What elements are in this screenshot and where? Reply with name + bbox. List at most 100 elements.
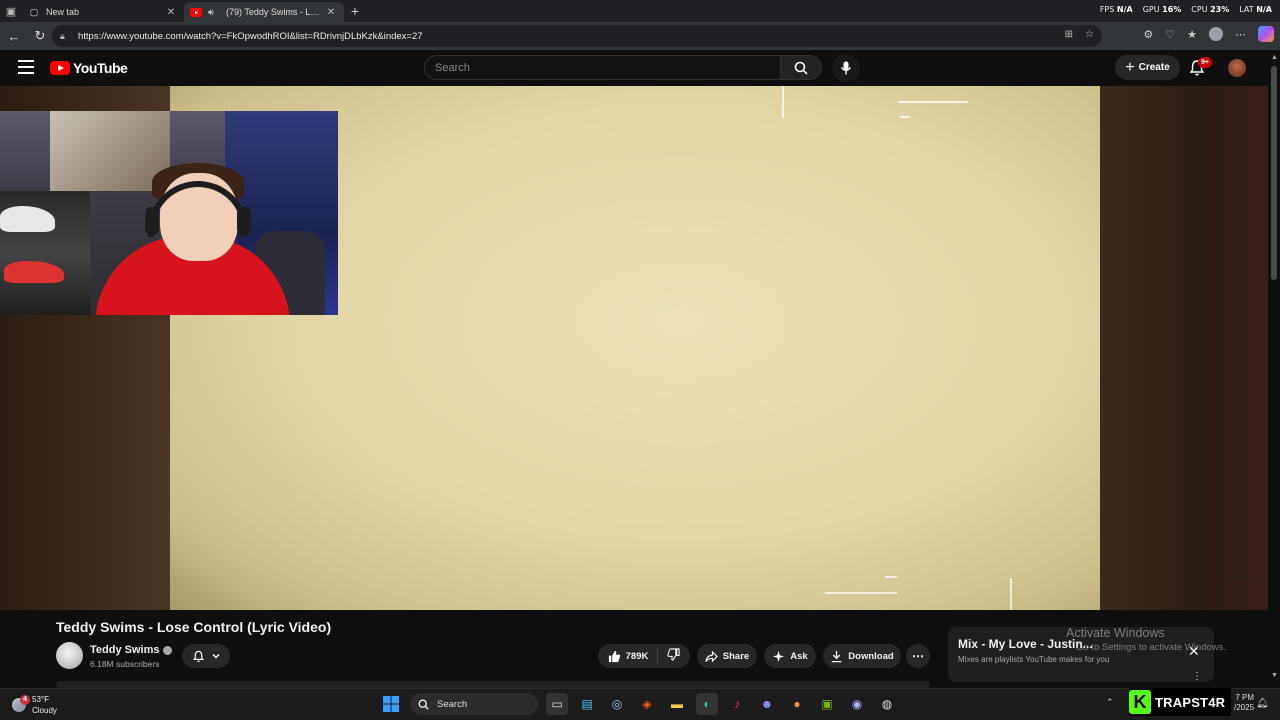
search-icon <box>794 61 808 75</box>
site-info-icon[interactable]: 🔒︎ <box>60 31 74 42</box>
windows-taskbar: 4 53°F Cloudy Search ▭ ▤ ◎ ◈ ▬ ◐ ♪ ☻ ● ▣… <box>0 688 1280 720</box>
channel-watermark-icon[interactable]: ≈ <box>1234 570 1256 586</box>
copilot-icon[interactable] <box>1258 26 1274 42</box>
tab-youtube[interactable]: 🔊︎ (79) Teddy Swims - Lose Con ✕ <box>184 2 344 22</box>
weather-condition: Cloudy <box>32 706 57 715</box>
activate-windows-watermark: Activate Windows Go to Settings to activ… <box>1066 626 1226 653</box>
edge-browser-icon[interactable]: ◐ <box>696 693 718 715</box>
address-bar[interactable]: 🔒︎ https://www.youtube.com/watch?v=FkOpw… <box>52 25 1102 47</box>
youtube-wordmark: YouTube <box>73 60 128 76</box>
taskbar-clock[interactable]: 7 PM /2025 <box>1234 693 1254 713</box>
tray-overflow-chevron-icon[interactable]: ⌃ <box>1106 697 1114 708</box>
sparkle-icon <box>773 650 785 662</box>
channel-name: Teddy Swims <box>90 644 160 656</box>
cloudy-weather-icon: 4 <box>12 695 30 712</box>
page-scrollbar[interactable]: ▲ ▼ <box>1268 50 1280 688</box>
horizontal-scrollbar[interactable] <box>56 681 930 688</box>
ask-label: Ask <box>790 650 808 662</box>
task-view-icon[interactable]: ▭ <box>546 693 568 715</box>
nvidia-icon[interactable]: ▣ <box>816 693 838 715</box>
download-button[interactable]: Download <box>823 644 901 668</box>
like-dislike-group: 789K <box>598 644 690 668</box>
stat-fps: FPS N/A <box>1099 5 1133 14</box>
scroll-up-arrow-icon[interactable]: ▲ <box>1271 54 1278 61</box>
notepad-icon[interactable]: ▤ <box>576 693 598 715</box>
discord-icon[interactable]: ☻ <box>756 693 778 715</box>
favorite-star-icon[interactable]: ☆ <box>1085 29 1094 40</box>
subscriber-count: 6.18M subscribers <box>90 659 160 669</box>
stat-cpu: CPU 23% <box>1191 5 1230 14</box>
ask-button[interactable]: Ask <box>764 644 816 668</box>
dislike-button[interactable] <box>667 648 680 664</box>
weather-widget[interactable]: 4 53°F Cloudy <box>12 694 57 716</box>
app-available-icon[interactable]: ⊞ <box>1065 29 1073 40</box>
browser-essentials-icon[interactable]: ♡ <box>1165 28 1175 41</box>
plus-icon: + <box>1125 58 1135 76</box>
search-icon <box>418 699 429 710</box>
settings-more-icon[interactable]: ⋯ <box>1235 28 1246 41</box>
favorites-icon[interactable]: ★ <box>1187 28 1197 41</box>
thumbs-up-icon <box>608 650 620 662</box>
activate-windows-subtitle: Go to Settings to activate Windows. <box>1076 642 1226 653</box>
file-explorer-icon[interactable]: ▬ <box>666 693 688 715</box>
youtube-play-logo-icon <box>50 61 70 75</box>
clock-date: /2025 <box>1234 703 1255 712</box>
create-button[interactable]: + Create <box>1115 55 1180 80</box>
notification-center-icon[interactable]: 🔔︎ <box>1256 698 1269 709</box>
tab-actions-icon[interactable]: ▣ <box>0 0 22 22</box>
more-horizontal-icon: ⋯ <box>912 649 924 663</box>
scroll-down-arrow-icon[interactable]: ▼ <box>1271 672 1278 679</box>
stat-lat: LAT N/A <box>1239 5 1272 14</box>
tab-title: (79) Teddy Swims - Lose Con <box>226 7 324 17</box>
voice-search-button[interactable] <box>832 54 860 82</box>
share-button[interactable]: Share <box>697 644 757 668</box>
tab-title: New tab <box>46 7 80 17</box>
chrome-icon[interactable]: ◍ <box>876 693 898 715</box>
firefox-icon[interactable]: ● <box>786 693 808 715</box>
search-button[interactable] <box>780 55 822 80</box>
microphone-icon <box>840 61 852 75</box>
more-vertical-icon[interactable]: ⋮ <box>1192 671 1202 682</box>
video-player[interactable]: ≈ <box>0 86 1268 610</box>
like-button[interactable]: 789K <box>608 650 649 663</box>
chevron-down-icon <box>211 653 220 659</box>
streamer-webcam-overlay <box>0 111 338 315</box>
profile-icon[interactable] <box>1209 27 1223 41</box>
taskbar-search[interactable]: Search <box>410 693 538 715</box>
channel-name-link[interactable]: Teddy Swims <box>90 644 173 656</box>
kick-logo-icon: K <box>1129 690 1151 714</box>
youtube-logo[interactable]: YouTube <box>50 60 128 76</box>
new-tab-button[interactable]: + <box>344 3 366 19</box>
close-tab-icon[interactable]: ✕ <box>324 7 338 18</box>
close-tab-icon[interactable]: ✕ <box>164 7 178 18</box>
tiktok-icon[interactable]: ♪ <box>726 693 748 715</box>
subscribed-notifications-button[interactable] <box>182 644 230 668</box>
channel-avatar[interactable] <box>56 642 83 669</box>
taskbar-apps: Search ▭ ▤ ◎ ◈ ▬ ◐ ♪ ☻ ● ▣ ◉ ◍ <box>380 693 898 715</box>
ambient-glow-right <box>1100 86 1268 610</box>
account-avatar[interactable] <box>1228 59 1246 77</box>
brave-browser-icon[interactable]: ◈ <box>636 693 658 715</box>
search-input[interactable]: Search <box>424 55 780 80</box>
new-tab-favicon-icon: ▢ <box>29 6 39 17</box>
share-icon <box>705 650 718 662</box>
like-count: 789K <box>625 650 649 662</box>
more-actions-button[interactable]: ⋯ <box>906 644 930 668</box>
address-toolbar: ← ↻ 🔒︎ https://www.youtube.com/watch?v=F… <box>0 22 1280 50</box>
menu-icon[interactable] <box>18 60 34 74</box>
kick-streamer-overlay: K TRAPST4R <box>1129 688 1231 716</box>
windows-start-icon[interactable] <box>380 693 402 715</box>
tab-new-tab[interactable]: ▢ New tab ✕ <box>22 2 184 22</box>
speaker-icon[interactable]: 🔊︎ <box>208 7 222 18</box>
obs-icon[interactable]: ◉ <box>846 693 868 715</box>
browser-tab-strip: ▣ ▢ New tab ✕ 🔊︎ (79) Teddy Swims - Lose… <box>0 0 1280 22</box>
clock-time: 7 PM <box>1235 693 1255 702</box>
steam-icon[interactable]: ◎ <box>606 693 628 715</box>
back-icon[interactable]: ← <box>2 24 26 48</box>
refresh-icon[interactable]: ↻ <box>28 24 52 48</box>
create-label: Create <box>1138 62 1170 73</box>
scroll-thumb[interactable] <box>1271 66 1277 280</box>
video-title: Teddy Swims - Lose Control (Lyric Video) <box>56 619 332 635</box>
activate-windows-title: Activate Windows <box>1066 626 1165 640</box>
extensions-icon[interactable]: ⚙ <box>1143 28 1153 41</box>
